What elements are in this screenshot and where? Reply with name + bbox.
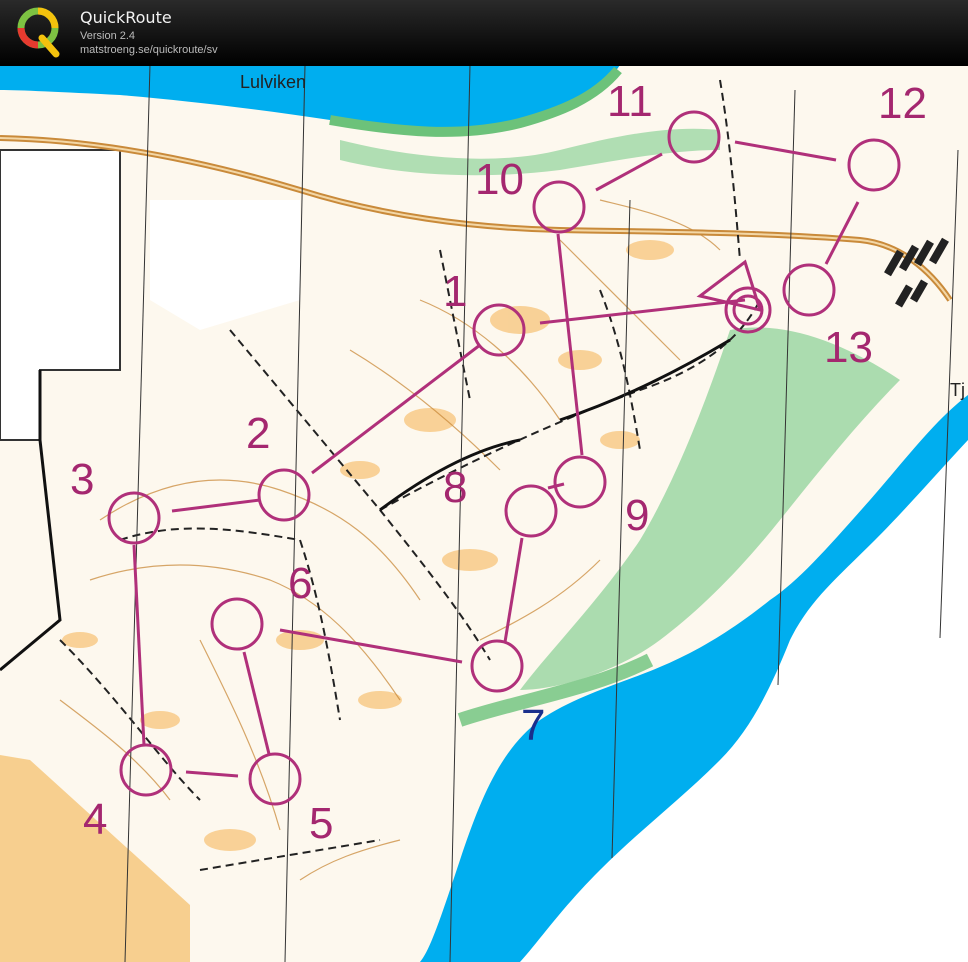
control-number-11: 11 (607, 77, 653, 126)
orienteering-map[interactable]: 1 2 3 4 5 6 7 8 9 10 11 12 13 Lulviken T… (0, 65, 968, 962)
control-number-8: 8 (443, 463, 467, 512)
control-number-3: 3 (70, 455, 94, 504)
control-number-9: 9 (625, 491, 649, 540)
control-number-12: 12 (878, 79, 927, 128)
control-number-4: 4 (83, 795, 107, 844)
place-name-tj: Tj (950, 380, 965, 400)
control-number-13: 13 (824, 323, 873, 372)
control-number-1: 1 (443, 267, 467, 316)
place-name-lulviken: Lulviken (240, 72, 306, 92)
control-number-5: 5 (309, 799, 333, 848)
control-number-10: 10 (475, 155, 524, 204)
app-title: QuickRoute (80, 8, 172, 27)
control-number-6: 6 (288, 559, 312, 608)
control-number-2: 2 (246, 409, 270, 458)
app-header: QuickRoute Version 2.4 matstroeng.se/qui… (0, 0, 968, 65)
app-version: Version 2.4 (80, 30, 136, 42)
app-url: matstroeng.se/quickroute/sv (80, 44, 218, 56)
quickroute-logo-icon (17, 7, 60, 58)
control-number-7: 7 (521, 701, 545, 750)
